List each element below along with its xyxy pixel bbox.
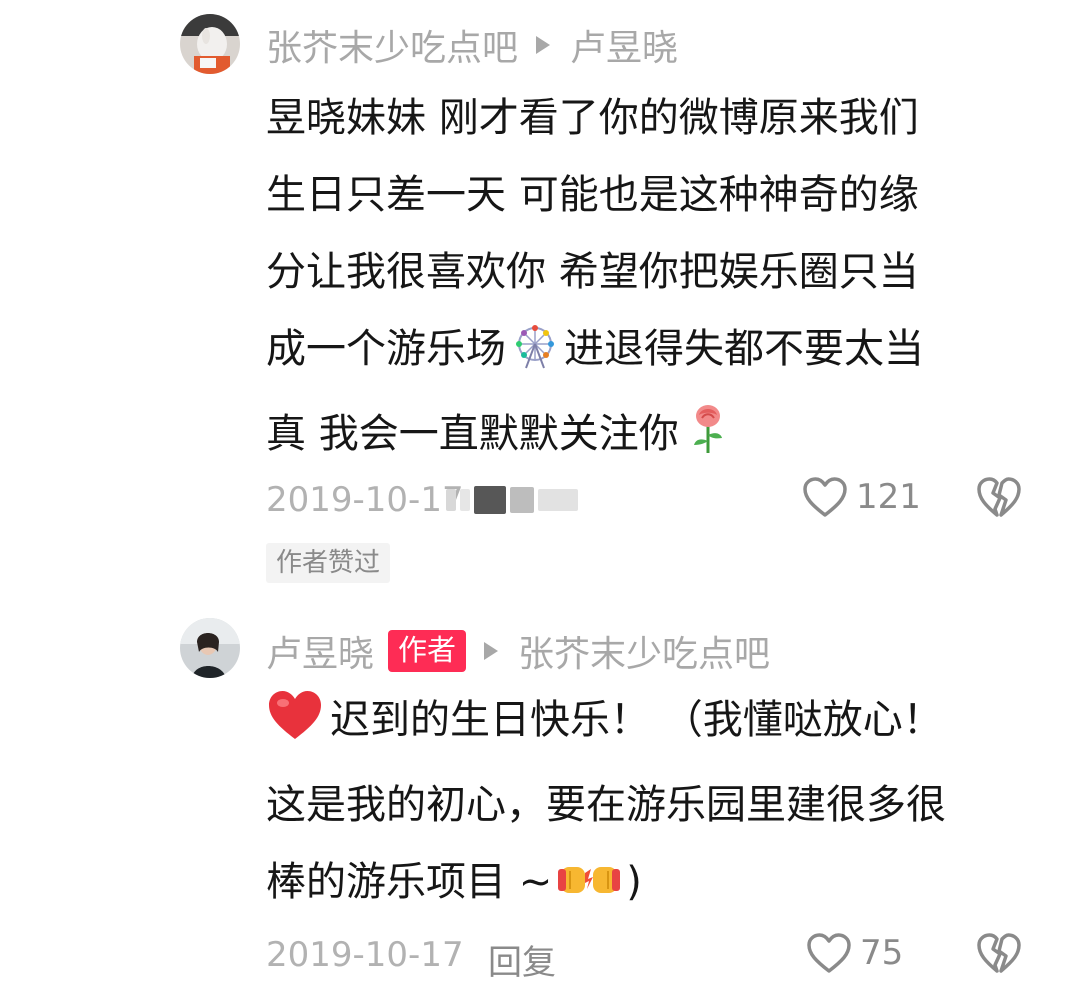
author-liked-badge: 作者赞过	[266, 543, 391, 583]
comment-line: 棒的游乐项目 ~ )	[266, 844, 1026, 929]
red-heart-icon	[266, 689, 324, 767]
heart-outline-icon	[803, 477, 847, 517]
reply-to-username[interactable]: 张芥末少吃点吧	[518, 625, 770, 677]
comment-date: 2019-10-17	[266, 480, 464, 520]
comment-line: 分让我很喜欢你 希望你把娱乐圈只当	[266, 249, 919, 295]
comment-line: 生日只差一天 可能也是这种神奇的缘	[266, 172, 919, 218]
comment-line: 昱晓妹妹 刚才看了你的微博原来我们	[266, 95, 919, 141]
reply-arrow-icon	[536, 36, 551, 54]
comment-text: 昱晓妹妹 刚才看了你的微博原来我们 生日只差一天 可能也是这种神奇的缘 分让我很…	[266, 80, 1026, 481]
user-avatar[interactable]	[180, 618, 240, 678]
like-count: 121	[856, 477, 921, 517]
comment-line-part: 成一个游乐场	[266, 326, 506, 372]
comment-date: 2019-10-17	[266, 935, 464, 975]
rose-icon	[685, 403, 731, 481]
fist-bump-icon	[558, 852, 621, 929]
comment-line-part: 真 我会一直默默关注你	[266, 411, 679, 457]
dislike-button[interactable]	[976, 932, 1022, 978]
like-button[interactable]: 75	[806, 932, 903, 974]
comment-line: 迟到的生日快乐！ （我懂哒放心！	[266, 682, 1026, 767]
like-button[interactable]: 121	[802, 476, 921, 518]
reply-arrow-icon	[484, 642, 499, 660]
comment-header: 张芥末少吃点吧 卢昱晓	[266, 20, 678, 70]
comment-text: 迟到的生日快乐！ （我懂哒放心！ 这是我的初心，要在游乐园里建很多很 棒的游乐项…	[266, 682, 1026, 929]
broken-heart-icon	[977, 477, 1021, 517]
username[interactable]: 张芥末少吃点吧	[266, 19, 518, 71]
comment-line-part: 进退得失都不要太当	[564, 326, 924, 372]
dislike-button[interactable]	[976, 476, 1022, 522]
heart-outline-icon	[807, 933, 851, 973]
author-tag: 作者	[388, 630, 467, 672]
comment-header: 卢昱晓 作者 张芥末少吃点吧	[266, 626, 770, 676]
user-avatar[interactable]	[180, 14, 240, 74]
username[interactable]: 卢昱晓	[266, 625, 374, 677]
blurred-location	[446, 486, 578, 514]
broken-heart-icon	[977, 933, 1021, 973]
like-count: 75	[860, 933, 904, 973]
comment-line-part: )	[626, 859, 642, 905]
comment-line: 真 我会一直默默关注你	[266, 396, 1026, 481]
reply-button[interactable]: 回复	[488, 935, 556, 984]
comment-line: 这是我的初心，要在游乐园里建很多很	[266, 782, 946, 828]
comment-line: 成一个游乐场 进退得失都不要太当	[266, 311, 1026, 396]
comment-line-part: 迟到的生日快乐！ （我懂哒放心！	[330, 697, 943, 743]
ferris-wheel-icon	[512, 319, 558, 396]
reply-to-username[interactable]: 卢昱晓	[570, 19, 678, 71]
comment-line-part: 棒的游乐项目 ~	[266, 859, 553, 905]
